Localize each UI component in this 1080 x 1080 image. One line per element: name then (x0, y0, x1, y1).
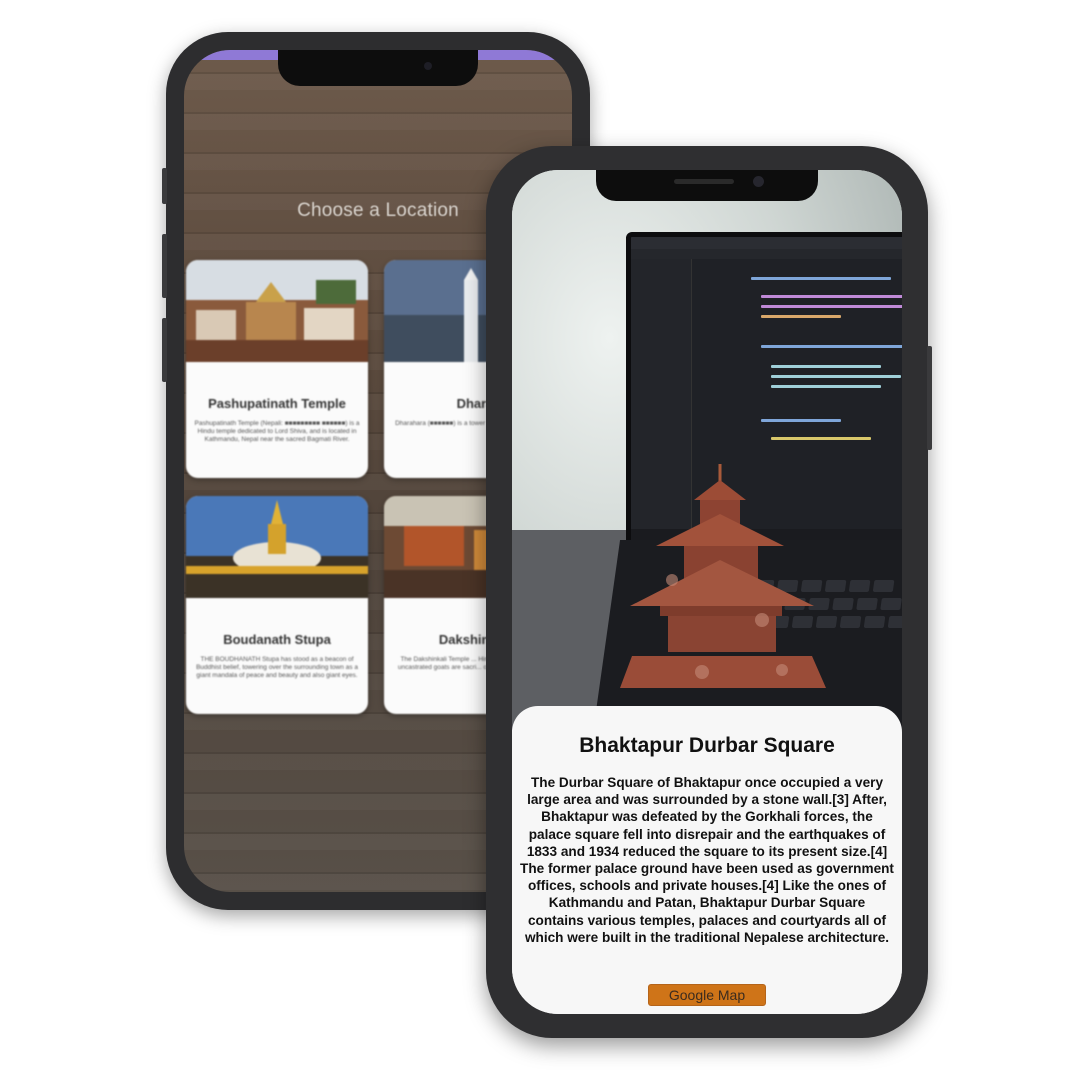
volume-up-button (162, 234, 167, 298)
power-button (927, 346, 932, 450)
card-title: Boudanath Stupa (223, 632, 331, 647)
card-description: Pashupatinath Temple (Nepali: ■■■■■■■■■ … (194, 420, 360, 443)
camera-icon (753, 176, 764, 187)
location-card-pashupatinath[interactable]: Pashupatinath Temple Pashupatinath Templ… (186, 260, 368, 478)
card-description: THE BOUDHANATH Stupa has stood as a beac… (196, 656, 358, 679)
volume-down-button (162, 318, 167, 382)
front-phone-screen: Bhaktapur Durbar Square The Durbar Squar… (512, 170, 902, 1014)
google-map-button[interactable]: Google Map (648, 984, 766, 1006)
notch (596, 170, 818, 201)
mute-switch (162, 168, 167, 204)
location-title: Bhaktapur Durbar Square (579, 734, 835, 757)
location-description: The Durbar Square of Bhaktapur once occu… (520, 775, 894, 945)
pagoda-3d-model (620, 464, 826, 688)
boudanath-image (186, 496, 368, 598)
camera-icon (424, 62, 432, 70)
speaker-icon (674, 179, 734, 184)
location-card-boudanath[interactable]: Boudanath Stupa THE BOUDHANATH Stupa has… (186, 496, 368, 714)
notch (278, 50, 478, 86)
front-phone: Bhaktapur Durbar Square The Durbar Squar… (486, 146, 932, 1038)
pashupatinath-image (186, 260, 368, 362)
ar-camera-view[interactable] (512, 170, 902, 740)
card-title: Pashupatinath Temple (208, 396, 346, 411)
location-info-panel: Bhaktapur Durbar Square The Durbar Squar… (512, 706, 902, 1014)
